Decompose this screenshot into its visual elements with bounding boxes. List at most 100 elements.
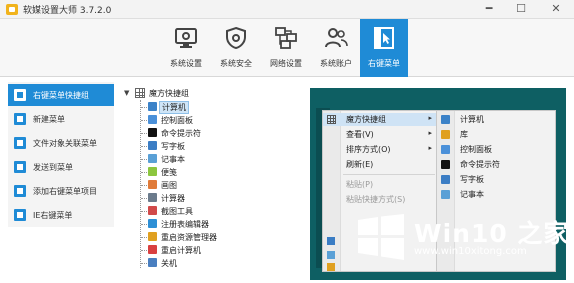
app-logo-icon — [6, 4, 18, 15]
tree-item-label: 便笺 — [161, 168, 177, 177]
app-icon — [148, 219, 157, 228]
app-icon — [148, 180, 157, 189]
tree-item-label: 写字板 — [161, 142, 185, 151]
preview-submenu-item[interactable]: 库 — [437, 128, 555, 141]
app-icon — [148, 258, 157, 267]
users-icon — [325, 28, 348, 48]
preview-menu-item[interactable]: 排序方式(O) ▸ — [323, 143, 437, 156]
app-icon — [441, 115, 450, 124]
preview-submenu-item[interactable]: 计算机 — [437, 113, 555, 126]
tree-item-label: 计算器 — [161, 194, 185, 203]
tree-item-label: 重启计算机 — [161, 246, 201, 255]
tree-item-label: 命令提示符 — [161, 129, 201, 138]
app-mini-icon — [327, 263, 335, 271]
app-icon — [148, 193, 157, 202]
tree-item-label: 记事本 — [161, 155, 185, 164]
network-icon — [275, 27, 297, 49]
submenu-arrow-icon: ▸ — [428, 144, 432, 152]
app-icon — [441, 145, 450, 154]
sidebar-item-quick-group[interactable]: 右键菜单快捷组 — [8, 84, 114, 106]
app-icon — [441, 130, 450, 139]
app-icon — [148, 102, 157, 111]
cursor-window-icon — [374, 27, 394, 49]
tree-item-label: 重启资源管理器 — [161, 233, 217, 242]
tab-system-accounts[interactable]: 系统账户 — [312, 19, 360, 77]
new-file-icon — [14, 113, 26, 125]
preview-menu-label: 查看(V) — [346, 130, 374, 139]
file-link-icon — [14, 137, 26, 149]
tab-network-settings[interactable]: 网络设置 — [262, 19, 310, 77]
submenu-arrow-icon: ▸ — [428, 129, 432, 137]
app-icon — [148, 154, 157, 163]
minimize-button[interactable]: ━ — [478, 0, 500, 19]
preview-menu-label: 魔方快捷组 — [346, 115, 386, 124]
tab-system-security[interactable]: 系统安全 — [212, 19, 260, 77]
preview-submenu-label: 控制面板 — [460, 145, 492, 154]
preview-menu-item[interactable]: 刷新(E) — [323, 158, 437, 171]
sidebar-item-label: 文件对象关联菜单 — [33, 139, 97, 148]
preview-submenu-label: 写字板 — [460, 175, 484, 184]
tree-connector — [141, 172, 147, 173]
close-button[interactable]: ✕ — [545, 0, 567, 19]
preview-submenu-item[interactable]: 控制面板 — [437, 143, 555, 156]
grid-icon — [327, 115, 336, 124]
preview-submenu-item[interactable]: 命令提示符 — [437, 158, 555, 171]
sidebar-item-add-menu-item[interactable]: 添加右键菜单项目 — [8, 180, 114, 202]
tab-label: 系统设置 — [170, 59, 202, 68]
preview-submenu-item[interactable]: 写字板 — [437, 173, 555, 186]
preview-menu-label: 刷新(E) — [346, 160, 374, 169]
app-icon — [441, 175, 450, 184]
sidebar-item-label: 发送到菜单 — [33, 163, 73, 172]
tree-connector — [141, 198, 147, 199]
tab-context-menu[interactable]: 右键菜单 — [360, 19, 408, 77]
tree-item-label: 截图工具 — [161, 207, 193, 216]
sidebar-item-label: IE右键菜单 — [33, 211, 73, 220]
tree-item-label: 画图 — [161, 181, 177, 190]
menu-group-icon — [14, 89, 26, 101]
submenu-arrow-icon: ▸ — [428, 114, 432, 122]
sidebar-item-ie-menu[interactable]: IE右键菜单 — [8, 204, 114, 226]
tree-connector — [141, 224, 147, 225]
add-plus-icon — [14, 185, 26, 197]
tab-label: 网络设置 — [270, 59, 302, 68]
app-icon — [148, 128, 157, 137]
tree-connector — [141, 185, 147, 186]
preview-menu-item: 粘贴(P) — [323, 178, 437, 191]
tree-connector — [141, 133, 147, 134]
main-toolbar: 系统设置 系统安全 网络设置 系统账户 右键菜单 — [0, 19, 574, 77]
tree-connector — [141, 120, 147, 121]
app-icon — [148, 245, 157, 254]
sidebar-item-send-to[interactable]: 发送到菜单 — [8, 156, 114, 178]
watermark-url: www.win10xitong.com — [414, 246, 527, 257]
sidebar-item-label: 新建菜单 — [33, 115, 65, 124]
app-icon — [441, 190, 450, 199]
app-icon — [148, 232, 157, 241]
preview-menu-label: 粘贴(P) — [346, 180, 374, 189]
maximize-button[interactable]: ☐ — [510, 0, 532, 19]
sidebar-item-label: 右键菜单快捷组 — [33, 91, 89, 100]
collapse-arrow-icon[interactable]: ▼ — [124, 89, 129, 97]
title-bar: 软媒设置大师 3.7.2.0 ━ ☐ ✕ — [0, 0, 574, 19]
app-icon — [441, 160, 450, 169]
app-mini-icon — [327, 251, 335, 259]
preview-submenu-item[interactable]: 记事本 — [437, 188, 555, 201]
sidebar-item-file-association[interactable]: 文件对象关联菜单 — [8, 132, 114, 154]
preview-menu-label: 粘贴快捷方式(S) — [346, 195, 406, 204]
preview-menu-item[interactable]: 查看(V) ▸ — [323, 128, 437, 141]
app-icon — [148, 206, 157, 215]
windows-logo-icon — [358, 214, 404, 260]
tree-connector — [141, 146, 147, 147]
tree-connector — [141, 211, 147, 212]
app-icon — [148, 115, 157, 124]
tab-system-settings[interactable]: 系统设置 — [162, 19, 210, 77]
app-icon — [148, 167, 157, 176]
menu-separator — [343, 174, 435, 175]
menu-tree: ▼ 魔方快捷组 计算机 控制面板 命令提示符 写字板 记事本 便笺 画图 计算器 截图工具 注册表… — [118, 84, 304, 280]
sidebar-item-new-menu[interactable]: 新建菜单 — [8, 108, 114, 130]
sidebar-item-label: 添加右键菜单项目 — [33, 187, 97, 196]
tree-connector — [140, 100, 141, 268]
window-title: 软媒设置大师 3.7.2.0 — [23, 6, 112, 16]
preview-submenu-label: 记事本 — [460, 190, 484, 199]
tree-connector — [141, 107, 147, 108]
preview-menu-item[interactable]: 魔方快捷组 ▸ — [323, 113, 437, 126]
